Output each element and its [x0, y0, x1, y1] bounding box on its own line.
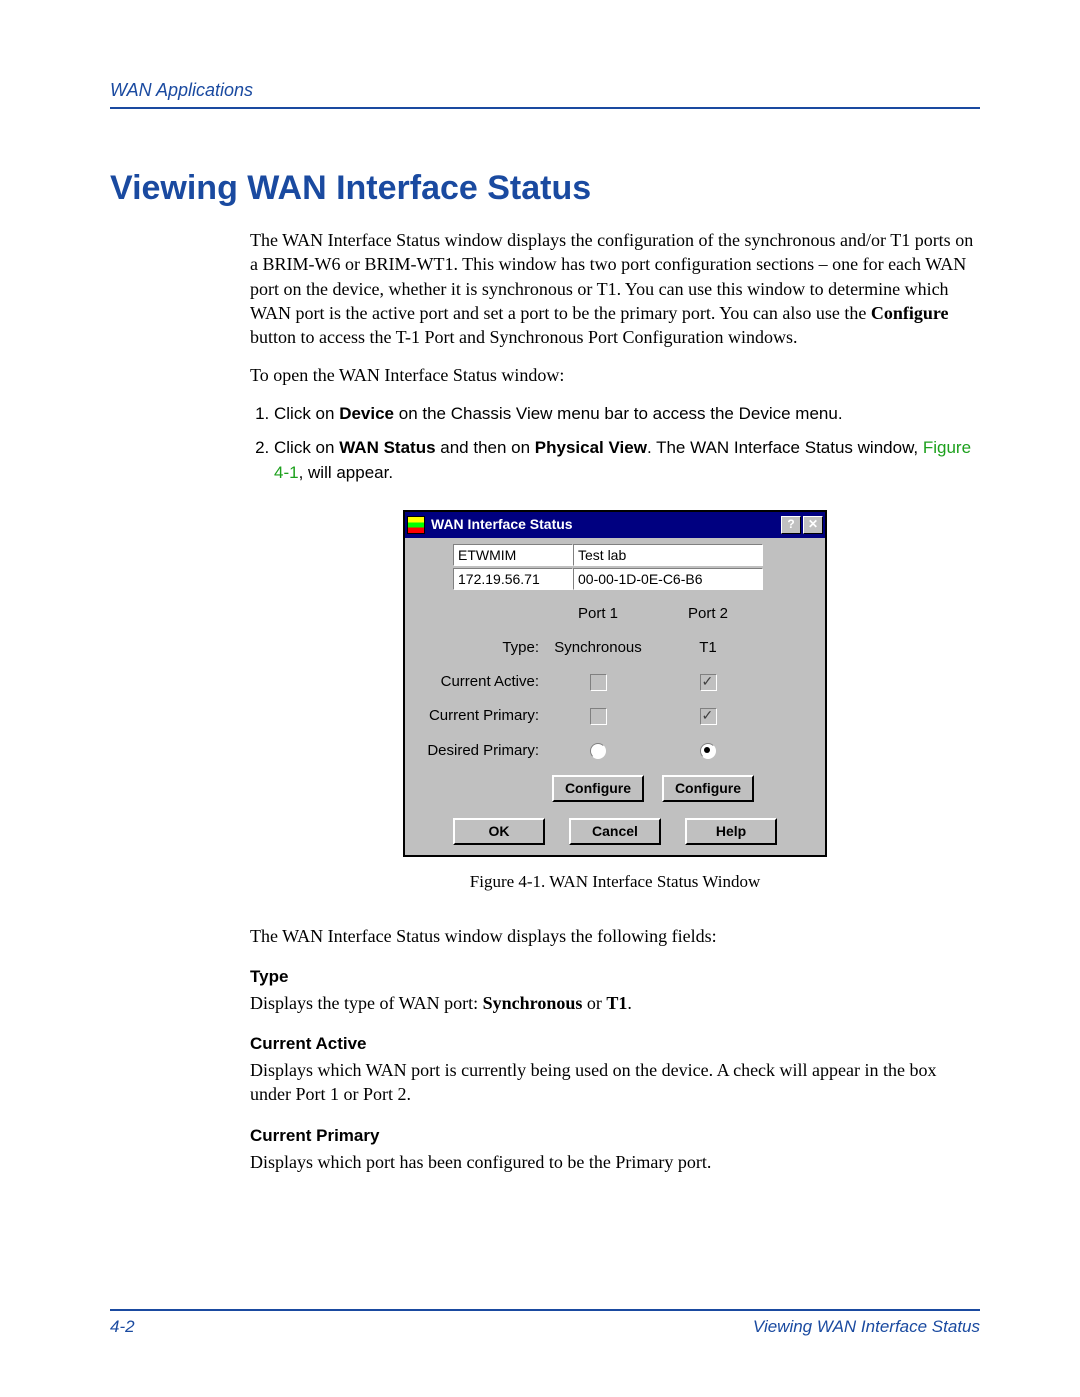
step-2: Click on WAN Status and then on Physical…	[274, 436, 980, 485]
figure-caption: Figure 4-1. WAN Interface Status Window	[250, 871, 980, 894]
cancel-button[interactable]: Cancel	[569, 818, 661, 845]
intro-paragraph: The WAN Interface Status window displays…	[250, 228, 980, 349]
port2-type: T1	[699, 638, 717, 658]
location-field: Test lab	[573, 544, 763, 566]
step2-physview: Physical View	[535, 438, 647, 457]
open-intro: To open the WAN Interface Status window:	[250, 363, 980, 387]
page-number: 4-2	[110, 1317, 135, 1337]
footer-rule	[110, 1309, 980, 1311]
port1-type: Synchronous	[554, 638, 642, 658]
current-primary-label: Current Primary:	[429, 706, 543, 726]
body-content: The WAN Interface Status window displays…	[250, 228, 980, 1174]
footer-section: Viewing WAN Interface Status	[753, 1317, 980, 1337]
intro-text-c: button to access the T-1 Port and Synchr…	[250, 327, 797, 347]
step2-c: and then on	[436, 438, 535, 457]
dialog-button-row: OK Cancel Help	[413, 818, 817, 845]
wan-status-window: WAN Interface Status ? ✕ ETWMIM Test lab…	[403, 510, 827, 857]
current-primary-heading: Current Primary	[250, 1125, 980, 1148]
ip-field: 172.19.56.71	[453, 568, 573, 590]
system-menu-icon[interactable]	[407, 516, 425, 534]
type-desc: Displays the type of WAN port: Synchrono…	[250, 991, 980, 1015]
header-rule	[110, 107, 980, 109]
port2-desired-radio[interactable]	[700, 743, 716, 759]
window-body: ETWMIM Test lab 172.19.56.71 00-00-1D-0E…	[405, 538, 825, 855]
ok-button[interactable]: OK	[453, 818, 545, 845]
window-titlebar[interactable]: WAN Interface Status ? ✕	[405, 512, 825, 538]
steps-list: Click on Device on the Chassis View menu…	[250, 402, 980, 486]
current-primary-desc: Displays which port has been configured …	[250, 1150, 980, 1174]
port1-desired-radio[interactable]	[590, 743, 606, 759]
port1-active-checkbox	[590, 674, 607, 691]
window-title: WAN Interface Status	[431, 515, 573, 534]
help-dialog-button[interactable]: Help	[685, 818, 777, 845]
info-row-2: 172.19.56.71 00-00-1D-0E-C6-B6	[413, 568, 817, 590]
type-desc-a: Displays the type of WAN port:	[250, 993, 483, 1013]
type-desc-c: or	[582, 993, 606, 1013]
current-active-label: Current Active:	[441, 672, 543, 692]
type-t1: T1	[606, 993, 627, 1013]
type-heading: Type	[250, 966, 980, 989]
port2-active-checkbox	[700, 674, 717, 691]
step1-a: Click on	[274, 404, 339, 423]
intro-text-a: The WAN Interface Status window displays…	[250, 230, 973, 323]
current-active-desc: Displays which WAN port is currently bei…	[250, 1058, 980, 1107]
page-title: Viewing WAN Interface Status	[110, 169, 980, 208]
port2-header: Port 2	[688, 604, 728, 624]
mac-field: 00-00-1D-0E-C6-B6	[573, 568, 763, 590]
device-name-field: ETWMIM	[453, 544, 573, 566]
port1-primary-checkbox	[590, 708, 607, 725]
figure-wrap: WAN Interface Status ? ✕ ETWMIM Test lab…	[250, 510, 980, 857]
info-row-1: ETWMIM Test lab	[413, 544, 817, 566]
step2-e: . The WAN Interface Status window,	[647, 438, 923, 457]
step2-a: Click on	[274, 438, 339, 457]
port-grid: Port 1 Port 2 Type: Synchronous T1 Curre…	[413, 604, 817, 802]
type-desc-e: .	[627, 993, 632, 1013]
configure-port2-button[interactable]: Configure	[662, 775, 754, 802]
port1-header: Port 1	[578, 604, 618, 624]
type-sync: Synchronous	[483, 993, 583, 1013]
configure-port1-button[interactable]: Configure	[552, 775, 644, 802]
help-button[interactable]: ?	[781, 516, 801, 534]
current-active-heading: Current Active	[250, 1033, 980, 1056]
step-1: Click on Device on the Chassis View menu…	[274, 402, 980, 427]
configure-word: Configure	[871, 303, 949, 323]
type-label: Type:	[502, 638, 543, 658]
port2-primary-checkbox	[700, 708, 717, 725]
desired-primary-label: Desired Primary:	[427, 741, 543, 761]
step1-device: Device	[339, 404, 394, 423]
step2-wanstatus: WAN Status	[339, 438, 435, 457]
close-button[interactable]: ✕	[803, 516, 823, 534]
step2-g: , will appear.	[299, 463, 394, 482]
step1-c: on the Chassis View menu bar to access t…	[394, 404, 843, 423]
fields-intro: The WAN Interface Status window displays…	[250, 924, 980, 948]
page-footer: 4-2 Viewing WAN Interface Status	[110, 1309, 980, 1337]
running-header: WAN Applications	[110, 80, 980, 101]
